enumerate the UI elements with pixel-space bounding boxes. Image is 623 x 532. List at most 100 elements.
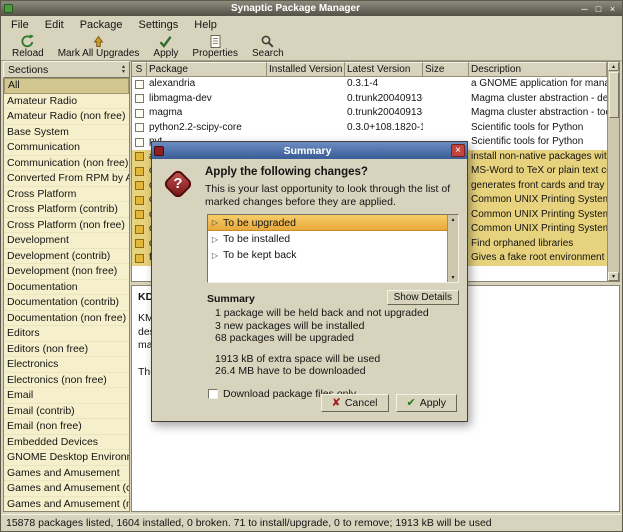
menu-item[interactable]: Edit: [37, 17, 72, 33]
scrollbar-up-icon[interactable]: ▴: [608, 62, 619, 71]
menu-item[interactable]: File: [3, 17, 37, 33]
package-row[interactable]: alexandria 0.3.1-4 a GNOME application f…: [132, 77, 607, 92]
column-header-description[interactable]: Description: [469, 62, 607, 77]
package-status-icon: [135, 181, 144, 190]
spinner-down-icon: ▾: [122, 70, 125, 75]
statusbar: 15878 packages listed, 1604 installed, 0…: [1, 514, 622, 531]
expander-icon[interactable]: ▷: [211, 218, 219, 227]
show-details-button[interactable]: Show Details: [387, 290, 459, 305]
reload-icon: [20, 34, 35, 48]
section-item[interactable]: Development (non free): [4, 264, 129, 280]
change-group-row[interactable]: ▷ To be kept back: [208, 247, 447, 263]
section-item[interactable]: Documentation (contrib): [4, 295, 129, 311]
section-item[interactable]: Communication: [4, 140, 129, 156]
dialog-window-icon: [154, 146, 164, 156]
section-item[interactable]: GNOME Desktop Environme: [4, 450, 129, 466]
close-button[interactable]: ×: [606, 3, 619, 15]
section-item[interactable]: All: [4, 78, 129, 94]
installed-version-cell: [267, 106, 345, 121]
section-item[interactable]: Documentation (non free): [4, 311, 129, 327]
package-row[interactable]: magma 0.trunk20040913-1 Magma cluster ab…: [132, 106, 607, 121]
changes-scroll-up-icon[interactable]: ▴: [451, 216, 454, 223]
section-item[interactable]: Editors (non free): [4, 342, 129, 358]
expander-icon[interactable]: ▷: [211, 251, 219, 260]
status-cell: [132, 251, 147, 266]
menu-item[interactable]: Package: [72, 17, 131, 33]
scrollbar-down-icon[interactable]: ▾: [608, 272, 619, 281]
cancel-button[interactable]: ✘ Cancel: [321, 394, 389, 412]
change-group-row[interactable]: ▷ To be upgraded: [208, 215, 447, 231]
changes-scroll-down-icon[interactable]: ▾: [451, 274, 454, 281]
column-header-status[interactable]: S: [132, 62, 147, 77]
description-cell: generates front cards and tray car: [469, 179, 607, 194]
section-item[interactable]: Games and Amusement: [4, 466, 129, 482]
expander-icon[interactable]: ▷: [211, 235, 219, 244]
section-item[interactable]: Cross Platform: [4, 187, 129, 203]
dialog-body: ? Apply the following changes? This is y…: [152, 159, 467, 421]
summary-line: 68 packages will be upgraded: [215, 332, 459, 345]
status-cell: [132, 106, 147, 121]
statusbar-text: 15878 packages listed, 1604 installed, 0…: [6, 517, 492, 529]
section-item[interactable]: Amateur Radio: [4, 94, 129, 110]
scrollbar-thumb[interactable]: [609, 72, 619, 118]
change-group-label: To be kept back: [223, 249, 297, 261]
package-status-icon: [135, 210, 144, 219]
search-button[interactable]: Search: [245, 34, 291, 59]
section-item[interactable]: Base System: [4, 125, 129, 141]
package-status-icon: [135, 94, 144, 103]
section-item[interactable]: Electronics: [4, 357, 129, 373]
column-header-latest-version[interactable]: Latest Version: [345, 62, 423, 77]
menu-item[interactable]: Settings: [131, 17, 187, 33]
latest-version-cell: 0.3.1-4: [345, 77, 423, 92]
section-item[interactable]: Documentation: [4, 280, 129, 296]
minimize-button[interactable]: ─: [578, 3, 591, 15]
section-item[interactable]: Email: [4, 388, 129, 404]
section-item[interactable]: Cross Platform (contrib): [4, 202, 129, 218]
section-item[interactable]: Embedded Devices: [4, 435, 129, 451]
section-item[interactable]: Converted From RPM by Alie: [4, 171, 129, 187]
section-list: All Amateur Radio Amateur Radio (non fre…: [3, 78, 130, 512]
combo-spinner-icon: ▴ ▾: [122, 65, 125, 74]
size-cell: [423, 121, 469, 136]
section-item[interactable]: Games and Amusement (n: [4, 497, 129, 513]
status-cell: [132, 222, 147, 237]
column-header-package[interactable]: Package: [147, 62, 267, 77]
apply-button-toolbar[interactable]: Apply: [146, 34, 185, 59]
checkbox-icon[interactable]: [208, 389, 218, 399]
properties-button[interactable]: Properties: [185, 34, 245, 59]
status-cell: [132, 135, 147, 150]
table-scrollbar[interactable]: ▴ ▾: [607, 62, 619, 281]
mark-all-upgrades-button[interactable]: Mark All Upgrades: [51, 34, 147, 59]
dialog-close-button[interactable]: ×: [451, 144, 465, 157]
section-item[interactable]: Email (contrib): [4, 404, 129, 420]
description-cell: Scientific tools for Python: [469, 135, 607, 150]
section-item[interactable]: Electronics (non free): [4, 373, 129, 389]
section-item[interactable]: Development: [4, 233, 129, 249]
reload-label: Reload: [12, 48, 44, 59]
package-row[interactable]: python2.2-scipy-core 0.3.0+108.1820-1 Sc…: [132, 121, 607, 136]
changes-scrollbar[interactable]: ▴ ▾: [447, 215, 458, 282]
reload-button[interactable]: Reload: [5, 34, 51, 59]
column-header-size[interactable]: Size: [423, 62, 469, 77]
section-item[interactable]: Cross Platform (non free): [4, 218, 129, 234]
apply-button[interactable]: ✔ Apply: [396, 394, 457, 412]
dialog-header-text: Apply the following changes? This is you…: [205, 165, 459, 208]
sections-filter-combo[interactable]: Sections ▴ ▾: [3, 61, 130, 78]
section-item[interactable]: Games and Amusement (co: [4, 481, 129, 497]
section-item[interactable]: Communication (non free): [4, 156, 129, 172]
section-item[interactable]: Amateur Radio (non free): [4, 109, 129, 125]
change-group-row[interactable]: ▷ To be installed: [208, 231, 447, 247]
description-cell: Common UNIX Printing System(tm: [469, 222, 607, 237]
section-item[interactable]: Email (non free): [4, 419, 129, 435]
description-cell: install non-native packages with dp: [469, 150, 607, 165]
package-status-icon: [135, 167, 144, 176]
menu-item[interactable]: Help: [186, 17, 225, 33]
maximize-button[interactable]: □: [592, 3, 605, 15]
section-item[interactable]: Editors: [4, 326, 129, 342]
latest-version-cell: 0.trunk20040913-1: [345, 92, 423, 107]
package-row[interactable]: libmagma-dev 0.trunk20040913-1 Magma clu…: [132, 92, 607, 107]
column-header-installed-version[interactable]: Installed Version: [267, 62, 345, 77]
installed-version-cell: [267, 121, 345, 136]
status-cell: [132, 179, 147, 194]
section-item[interactable]: Development (contrib): [4, 249, 129, 265]
